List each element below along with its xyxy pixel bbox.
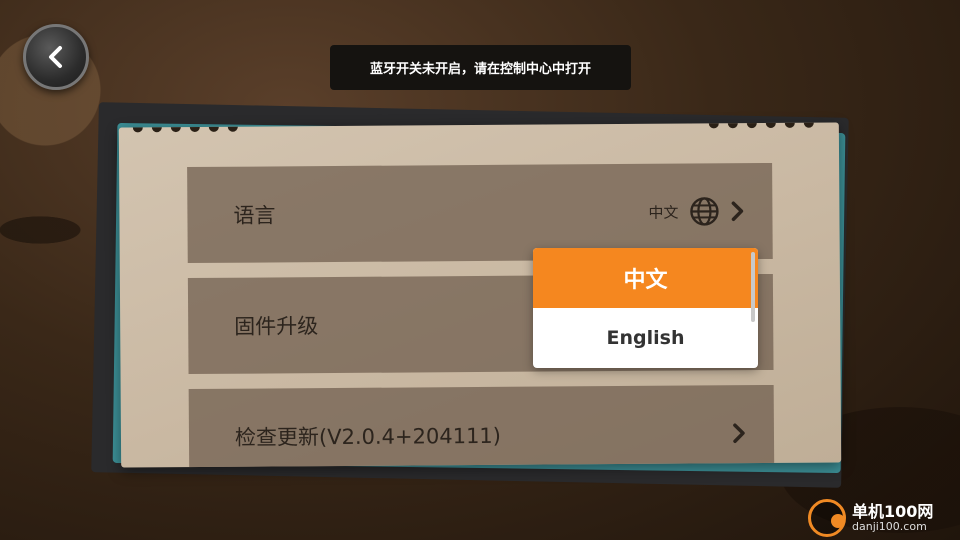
row-label-firmware: 固件升级 — [234, 314, 319, 339]
chevron-left-icon — [49, 46, 62, 68]
watermark-title: 单机100网 — [852, 502, 934, 522]
watermark-logo-icon — [808, 499, 846, 537]
language-option-chinese[interactable]: 中文 — [533, 248, 758, 308]
watermark: 单机100网 danji100.com — [808, 496, 960, 540]
toast-message: 蓝牙开关未开启，请在控制中心中打开 — [330, 45, 631, 90]
chevron-right-icon — [731, 201, 744, 221]
back-button[interactable] — [23, 24, 89, 90]
language-current-value: 中文 — [648, 203, 679, 222]
row-label-check-update: 检查更新(V2.0.4+204111) — [234, 423, 502, 450]
card-notches-right — [708, 122, 814, 130]
language-dropdown: 中文 English — [533, 248, 758, 368]
chevron-right-icon — [733, 423, 745, 443]
settings-row-check-update[interactable]: 检查更新(V2.0.4+204111) — [188, 384, 775, 468]
watermark-url: danji100.com — [852, 519, 927, 533]
dropdown-scrollbar[interactable] — [751, 252, 755, 322]
language-option-english[interactable]: English — [533, 308, 758, 368]
row-label-language: 语言 — [233, 203, 276, 228]
globe-icon — [690, 197, 719, 226]
